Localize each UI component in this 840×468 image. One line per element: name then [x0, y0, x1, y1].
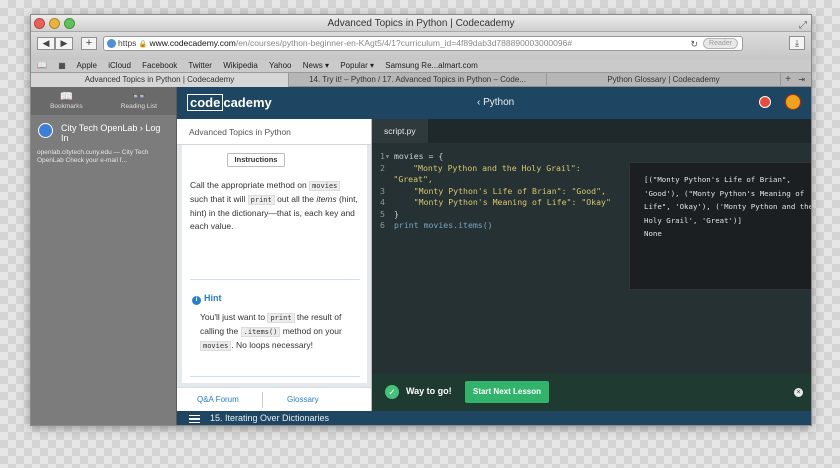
browser-toolbar: ◀ ▶ + https 🔒 www.codecademy.com/en/cours…: [31, 32, 811, 60]
info-icon: i: [192, 296, 201, 305]
sidebar-tab-reading-list[interactable]: 👓 Reading List: [121, 91, 157, 115]
bookmark-twitter[interactable]: Twitter: [188, 61, 212, 70]
url-scheme: https: [118, 38, 137, 48]
divider: [190, 279, 360, 280]
code-line: 2 "Monty Python and the Holy Grail": "Gr…: [380, 162, 586, 185]
code-line: 5}: [380, 208, 399, 219]
window-controls: [34, 18, 75, 29]
downloads-icon[interactable]: ⤓: [789, 36, 805, 50]
notification-icon[interactable]: [759, 96, 771, 108]
forward-button[interactable]: ▶: [55, 37, 73, 50]
tab-try-it[interactable]: 14. Try it! – Python / 17. Advanced Topi…: [289, 73, 547, 87]
app-header: code cademy ‹ Python: [177, 87, 811, 119]
globe-icon: [107, 39, 116, 48]
browser-window: Advanced Topics in Python | Codecademy ⤢…: [30, 14, 812, 426]
glossary-link[interactable]: Glossary: [287, 388, 319, 411]
code-line: 3 "Monty Python's Life of Brian": "Good"…: [380, 185, 606, 196]
zoom-window-button[interactable]: [64, 18, 75, 29]
bookmark-icloud[interactable]: iCloud: [108, 61, 131, 70]
success-bar: ✓ Way to go! Start Next Lesson ×: [372, 374, 811, 411]
reload-icon[interactable]: ↻: [690, 38, 698, 50]
address-bar[interactable]: https 🔒 www.codecademy.com/en/courses/pyt…: [103, 36, 743, 51]
code-editor: script.py 1▾ movies = { 2 "Monty Python a…: [372, 119, 812, 374]
back-button[interactable]: ◀: [37, 37, 55, 50]
exercise-title[interactable]: 15. Iterating Over Dictionaries: [210, 413, 329, 423]
bookmark-popular[interactable]: Popular ▾: [340, 61, 374, 70]
codecademy-app: code cademy ‹ Python Advanced Topics in P…: [177, 87, 812, 425]
code-line: 6 print movies.items(): [380, 220, 493, 230]
url-domain: www.codecademy.com: [149, 38, 236, 48]
hint-text: You'll just want to print the result of …: [200, 312, 342, 351]
lesson-footer: Q&A Forum Glossary: [177, 387, 371, 411]
output-console: [("Monty Python's Life of Brian", 'Good'…: [629, 162, 812, 290]
code-line: 1▾ movies = {: [380, 151, 444, 161]
code-line: 4 "Monty Python's Meaning of Life": "Oka…: [380, 197, 611, 207]
bookmark-news[interactable]: News ▾: [303, 61, 329, 70]
reading-list-item-title: City Tech OpenLab › Log In: [61, 123, 161, 143]
lock-icon: 🔒: [138, 41, 148, 48]
bookmarks-book-icon[interactable]: 📖: [37, 61, 47, 70]
sidebar-header: 📖 Bookmarks 👓 Reading List: [31, 87, 176, 115]
top-sites-grid-icon[interactable]: ▦: [58, 61, 66, 70]
bookmark-apple[interactable]: Apple: [77, 61, 97, 70]
bookmark-yahoo[interactable]: Yahoo: [269, 61, 292, 70]
user-avatar[interactable]: [785, 94, 801, 110]
divider: [190, 376, 360, 377]
bookmark-wikipedia[interactable]: Wikipedia: [223, 61, 258, 70]
book-icon: 📖: [59, 91, 74, 103]
tab-python-glossary[interactable]: Python Glossary | Codecademy: [547, 73, 781, 87]
tab-advanced-topics[interactable]: Advanced Topics in Python | Codecademy: [31, 73, 289, 87]
nav-buttons: ◀ ▶: [37, 37, 73, 50]
tab-bar: Advanced Topics in Python | Codecademy 1…: [31, 73, 811, 87]
reading-list-sidebar: 📖 Bookmarks 👓 Reading List City Tech Ope…: [31, 87, 177, 425]
check-icon: ✓: [385, 385, 399, 399]
bookmarks-bar: 📖 ▦ Apple iCloud Facebook Twitter Wikipe…: [31, 60, 811, 73]
close-icon[interactable]: ×: [794, 388, 803, 397]
file-tab-script-py[interactable]: script.py: [372, 119, 428, 143]
bottom-bar: 15. Iterating Over Dictionaries: [177, 411, 811, 425]
bookmark-samsung[interactable]: Samsung Re...almart.com: [385, 61, 477, 70]
title-bar: Advanced Topics in Python | Codecademy ⤢: [31, 15, 811, 32]
reader-button[interactable]: Reader: [703, 38, 738, 49]
add-bookmark-button[interactable]: +: [81, 37, 97, 50]
minimize-window-button[interactable]: [49, 18, 60, 29]
reading-list-item[interactable]: City Tech OpenLab › Log In openlab.cityt…: [31, 115, 176, 173]
instructions-text: Call the appropriate method on movies su…: [190, 180, 358, 231]
sidebar-tab-bookmarks[interactable]: 📖 Bookmarks: [50, 91, 83, 115]
code-area[interactable]: 1▾ movies = { 2 "Monty Python and the Hol…: [380, 151, 615, 232]
reading-list-item-desc: openlab.citytech.cuny.edu — City Tech Op…: [37, 149, 149, 164]
hint-heading[interactable]: i Hint: [192, 293, 222, 305]
bookmark-facebook[interactable]: Facebook: [142, 61, 177, 70]
close-window-button[interactable]: [34, 18, 45, 29]
url-path: /en/courses/python-beginner-en-KAgt5/4/1…: [235, 38, 573, 48]
menu-icon[interactable]: [189, 415, 200, 423]
output-text: [("Monty Python's Life of Brian", 'Good'…: [644, 175, 812, 238]
lesson-pane: Advanced Topics in Python Instructions C…: [177, 119, 372, 411]
codecademy-logo[interactable]: code cademy: [187, 94, 272, 111]
qa-forum-link[interactable]: Q&A Forum: [197, 388, 239, 411]
new-tab-button[interactable]: +: [785, 73, 791, 86]
instructions-badge: Instructions: [227, 153, 285, 167]
tab-overflow-icon[interactable]: ⇥: [798, 73, 805, 86]
course-title[interactable]: ‹ Python: [477, 97, 514, 108]
footer-separator: [262, 392, 263, 408]
editor-tab-bar: script.py: [372, 119, 811, 143]
window-title: Advanced Topics in Python | Codecademy: [327, 18, 515, 29]
site-favicon-icon: [38, 123, 53, 138]
instructions-card: Instructions Call the appropriate method…: [177, 145, 371, 383]
lesson-title: Advanced Topics in Python: [177, 119, 371, 145]
start-next-lesson-button[interactable]: Start Next Lesson: [465, 381, 549, 403]
success-message: Way to go!: [406, 386, 452, 396]
glasses-icon: 👓: [131, 91, 146, 103]
